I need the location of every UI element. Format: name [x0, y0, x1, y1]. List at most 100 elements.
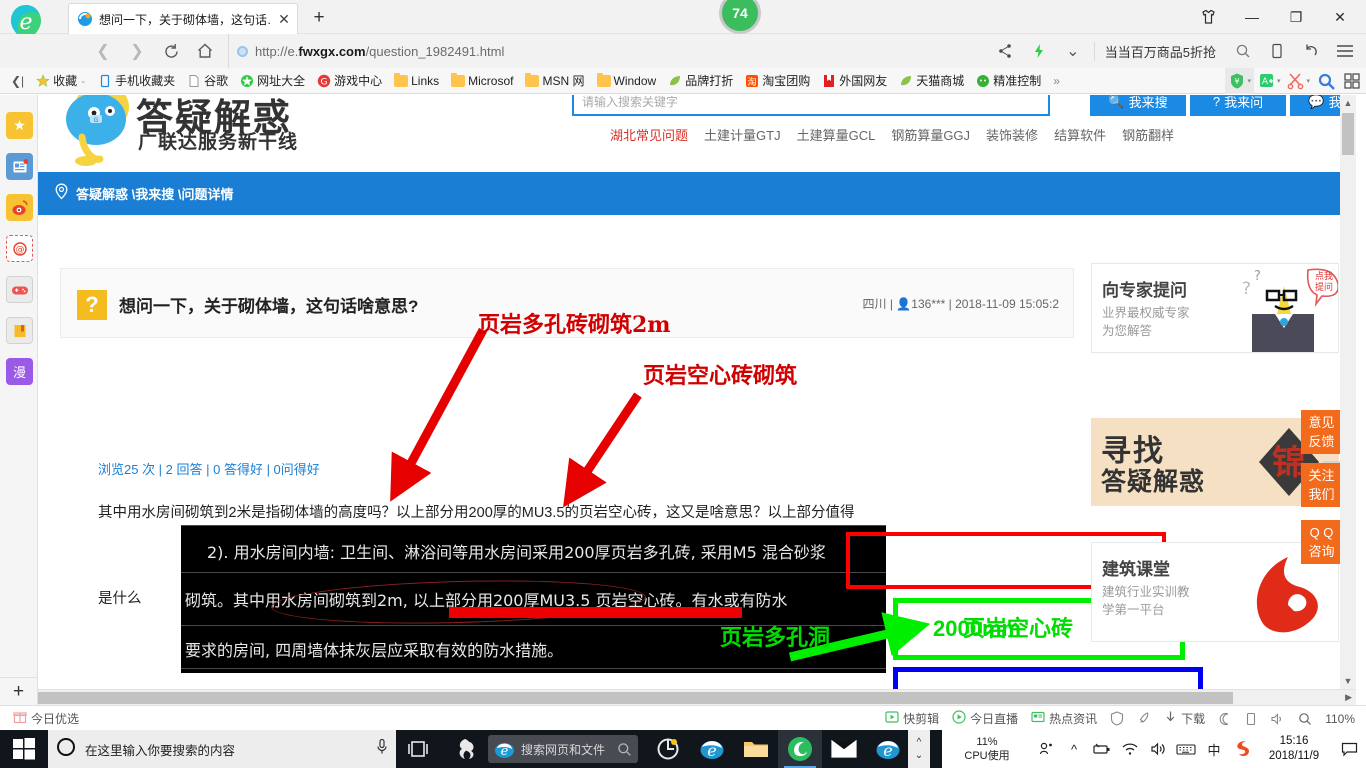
mic-icon[interactable]	[376, 738, 388, 761]
ask-expert-card[interactable]: 向专家提问 业界最权威专家 为您解答 ? ? 点我 提问	[1091, 263, 1339, 353]
bookmark-item[interactable]: 谷歌	[182, 71, 233, 90]
reload-icon[interactable]	[154, 34, 188, 68]
today-deals-item[interactable]: 今日优选	[8, 710, 84, 727]
volume-item[interactable]	[1265, 712, 1290, 726]
taskbar-search[interactable]: 在这里输入你要搜索的内容	[48, 730, 396, 768]
sidebar-mail-icon[interactable]: @	[6, 235, 33, 262]
bookmark-scroll-left[interactable]: ❮|	[6, 73, 29, 89]
start-button[interactable]	[0, 730, 48, 768]
live-item[interactable]: 今日直播	[947, 710, 1023, 727]
shield-item[interactable]	[1105, 711, 1129, 726]
notifications-icon[interactable]	[1332, 730, 1366, 768]
volume-icon[interactable]	[1144, 730, 1172, 768]
taskbar-app-360browser[interactable]	[778, 730, 822, 768]
ext-screenshot[interactable]: ▾	[1284, 68, 1313, 94]
mobile-item[interactable]	[1240, 712, 1262, 726]
cpu-usage-indicator[interactable]: 11% CPU使用	[942, 735, 1032, 763]
nav-tag[interactable]: 土建计量GTJ	[704, 125, 781, 144]
share-icon[interactable]	[988, 34, 1022, 68]
promo-link[interactable]: 当当百万商品5折抢	[1093, 41, 1226, 61]
lightning-icon[interactable]	[1022, 34, 1056, 68]
sidebar-comic-icon[interactable]: 漫	[6, 358, 33, 385]
home-icon[interactable]	[188, 34, 222, 68]
ie-search-box[interactable]: e 搜索网页和文件	[488, 735, 638, 763]
bookmark-item[interactable]: 淘 淘宝团购	[740, 71, 815, 90]
horizontal-scroll-thumb[interactable]	[38, 692, 1233, 704]
browser-tab[interactable]: 想问一下，关于砌体墙，这句话… ✕	[68, 3, 298, 34]
chevron-down-icon[interactable]: ▾	[1277, 77, 1281, 85]
nav-tag[interactable]: 土建算量GCL	[797, 125, 876, 144]
scroll-right-icon[interactable]: ▶	[1345, 692, 1352, 703]
bookmark-item[interactable]: 手机收藏夹	[93, 71, 180, 90]
chevron-up-icon[interactable]: ^	[1060, 730, 1088, 768]
vertical-scrollbar[interactable]: ▲ ▼	[1340, 95, 1356, 689]
new-tab-button[interactable]: +	[307, 7, 331, 29]
chevron-down-icon[interactable]: ⌄	[80, 77, 86, 85]
hotnews-item[interactable]: 热点资讯	[1026, 710, 1102, 727]
back-button[interactable]: ❮	[86, 34, 120, 68]
follow-widget[interactable]: 关注 我们	[1301, 463, 1342, 507]
sidebar-star-icon[interactable]: ★	[6, 112, 33, 139]
vertical-scroll-thumb[interactable]	[1342, 113, 1354, 155]
bookmark-item[interactable]: Links	[389, 72, 444, 89]
rocket-item[interactable]	[1132, 711, 1156, 726]
taskbar-app-sogou[interactable]	[444, 730, 488, 768]
nav-tag-hot[interactable]: 湖北常见问题	[610, 125, 688, 144]
zoom-level-label[interactable]: 110%	[1320, 712, 1360, 726]
ext-search-icon[interactable]	[1314, 68, 1339, 94]
nav-tag[interactable]: 钢筋翻样	[1122, 125, 1174, 144]
sidebar-weibo-icon[interactable]	[6, 194, 33, 221]
chevron-down-icon[interactable]: ▾	[1247, 77, 1251, 85]
ext-apps-icon[interactable]	[1340, 68, 1364, 94]
search-button[interactable]: 🔍 我来搜	[1090, 95, 1186, 116]
people-icon[interactable]	[1032, 730, 1060, 768]
feedback-widget[interactable]: 意见 反馈	[1301, 410, 1342, 454]
minimize-button[interactable]: —	[1230, 1, 1274, 33]
horizontal-scrollbar[interactable]: ▶	[38, 689, 1356, 705]
search-icon[interactable]	[1226, 34, 1260, 68]
site-search-input[interactable]: 请输入搜索关键字	[572, 95, 1050, 116]
taskbar-overflow-spinner[interactable]: ^ ⌄	[908, 730, 930, 768]
download-item[interactable]: 下载	[1159, 710, 1210, 727]
chevron-down-icon[interactable]: ⌄	[1056, 34, 1090, 68]
nav-tag[interactable]: 装饰装修	[986, 125, 1038, 144]
bookmarks-overflow[interactable]: »	[1048, 73, 1065, 89]
clock[interactable]: 15:16 2018/11/9	[1256, 734, 1332, 764]
clip-tool-item[interactable]: 快剪辑	[880, 710, 944, 727]
taskbar-app-mail[interactable]	[822, 730, 866, 768]
scroll-up-icon[interactable]: ▲	[1340, 95, 1356, 111]
ext-translate[interactable]: A ▾	[1255, 68, 1284, 94]
bookmark-item[interactable]: 品牌打折	[663, 71, 738, 90]
nav-tag[interactable]: 结算软件	[1054, 125, 1106, 144]
forward-button[interactable]: ❯	[120, 34, 154, 68]
bookmark-item[interactable]: 精准控制	[971, 71, 1046, 90]
ime-indicator[interactable]: 中	[1200, 730, 1228, 768]
taskbar-app-ie[interactable]: e	[690, 730, 734, 768]
sidebar-book-icon[interactable]	[6, 317, 33, 344]
shirt-icon[interactable]	[1186, 1, 1230, 33]
nav-tag[interactable]: 钢筋算量GGJ	[891, 125, 970, 144]
bookmark-item[interactable]: Window	[592, 72, 662, 89]
menu-icon[interactable]	[1328, 34, 1362, 68]
chevron-down-icon[interactable]: ⌄	[915, 749, 923, 762]
bookmark-item[interactable]: 收藏 ⌄	[31, 71, 91, 90]
tab-close-icon[interactable]: ✕	[277, 12, 291, 26]
maximize-button[interactable]: ❐	[1274, 1, 1318, 33]
chevron-up-icon[interactable]: ^	[917, 736, 922, 749]
address-bar[interactable]: http://e.fwxgx.com/question_1982491.html	[228, 34, 968, 68]
moon-item[interactable]	[1213, 712, 1237, 726]
battery-icon[interactable]	[1088, 730, 1116, 768]
mobile-view-icon[interactable]	[1260, 34, 1294, 68]
undo-icon[interactable]	[1294, 34, 1328, 68]
sogou-ime-icon[interactable]	[1228, 730, 1256, 768]
sidebar-gamepad-icon[interactable]	[6, 276, 33, 303]
bookmark-item[interactable]: Microsof	[446, 72, 518, 89]
qq-widget[interactable]: Q Q 咨询	[1301, 520, 1342, 564]
bookmark-item[interactable]: G 游戏中心	[312, 71, 387, 90]
status-search-item[interactable]	[1293, 712, 1317, 726]
chevron-down-icon[interactable]: ▾	[1306, 77, 1310, 85]
sidebar-add-button[interactable]: +	[0, 677, 37, 705]
scroll-down-icon[interactable]: ▼	[1340, 673, 1356, 689]
bookmark-item[interactable]: MSN 网	[520, 71, 589, 90]
sidebar-news-icon[interactable]	[6, 153, 33, 180]
